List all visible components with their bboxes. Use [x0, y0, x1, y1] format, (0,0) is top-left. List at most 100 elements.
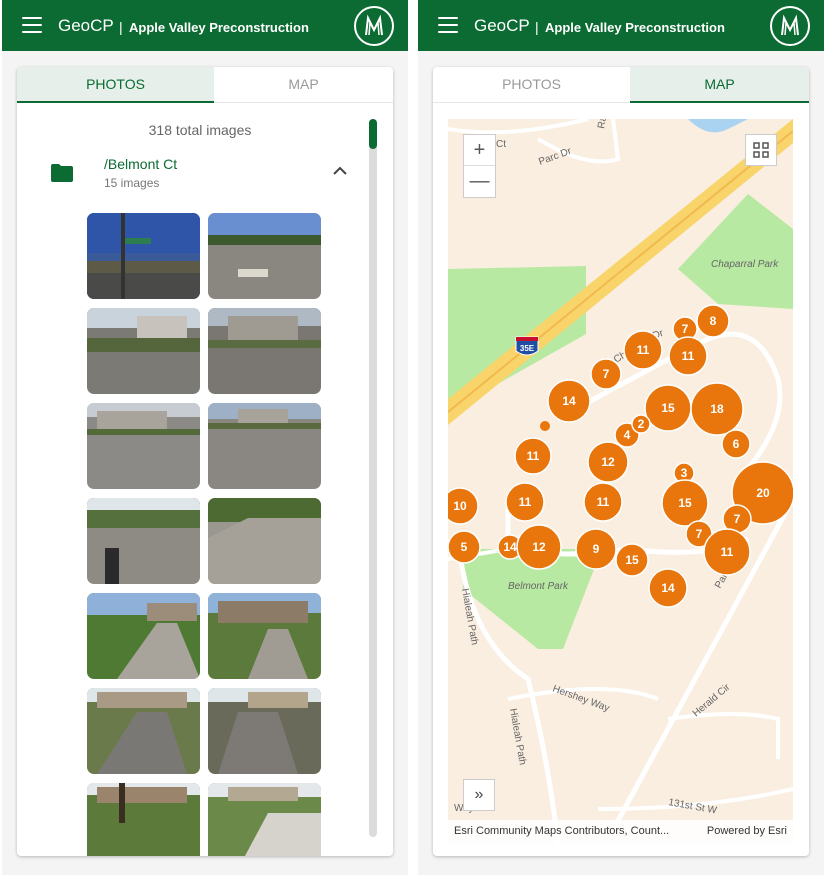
cluster-count: 7	[603, 367, 610, 381]
menu-icon[interactable]	[22, 17, 42, 33]
folder-image-count: 15 images	[104, 176, 160, 190]
tab-map[interactable]: MAP	[214, 67, 393, 103]
logo-icon	[354, 6, 394, 46]
cluster-count: 7	[696, 527, 703, 541]
zoom-out-button[interactable]: —	[464, 166, 495, 197]
photo-thumbnail[interactable]	[208, 498, 321, 584]
photo-thumbnail[interactable]	[87, 783, 200, 856]
cluster-count: 11	[527, 449, 540, 463]
photo-cluster-marker[interactable]: 6	[721, 429, 751, 459]
photo-cluster-marker[interactable]: 15	[644, 384, 692, 432]
fullscreen-icon	[753, 142, 769, 158]
menu-icon[interactable]	[438, 17, 458, 33]
cluster-count: 11	[721, 545, 734, 559]
photo-cluster-marker[interactable]: 11	[583, 482, 623, 522]
photo-cluster-marker[interactable]: 12	[587, 441, 629, 483]
map-view[interactable]: CtParc DrRainChaparral ParkBelmont ParkH…	[448, 119, 793, 843]
street-label: Belmont Park	[508, 581, 569, 592]
photo-cluster-marker[interactable]: 11	[668, 336, 708, 376]
photos-card: PHOTOS MAP 318 total images /Belmont Ct …	[17, 67, 393, 856]
tab-bar: PHOTOS MAP	[17, 67, 393, 103]
cluster-count: 4	[624, 428, 631, 442]
app-name: GeoCP	[58, 16, 114, 35]
chevron-up-icon[interactable]	[333, 166, 347, 176]
photo-thumbnail[interactable]	[208, 593, 321, 679]
photo-cluster-marker[interactable]: 2	[631, 414, 651, 434]
photo-cluster-marker[interactable]: 15	[661, 479, 709, 527]
folder-name[interactable]: /Belmont Ct	[104, 156, 177, 172]
map-pane: GeoCP | Apple Valley Preconstruction PHO…	[418, 0, 824, 875]
folder-icon[interactable]	[51, 164, 73, 182]
photo-point-marker[interactable]	[540, 421, 550, 431]
photo-cluster-marker[interactable]: 11	[703, 528, 751, 576]
cluster-count: 6	[733, 437, 740, 451]
photo-cluster-marker[interactable]: 11	[623, 330, 663, 370]
photo-cluster-marker[interactable]: 8	[696, 304, 730, 338]
photo-thumbnail[interactable]	[87, 593, 200, 679]
app-name: GeoCP	[474, 16, 530, 35]
scrollbar-thumb[interactable]	[369, 119, 377, 149]
cluster-count: 8	[710, 314, 717, 328]
photo-thumbnail[interactable]	[208, 213, 321, 299]
street-label: Ct	[496, 139, 506, 150]
app-separator: |	[535, 19, 539, 35]
cluster-count: 14	[661, 581, 675, 595]
zoom-in-button[interactable]: +	[464, 135, 495, 166]
photo-thumbnail[interactable]	[87, 688, 200, 774]
app-bar: GeoCP | Apple Valley Preconstruction	[418, 0, 824, 51]
cluster-count: 18	[710, 402, 724, 416]
photo-cluster-marker[interactable]: 14	[547, 379, 591, 423]
project-name: Apple Valley Preconstruction	[545, 20, 725, 35]
photo-cluster-marker[interactable]: 5	[448, 530, 481, 564]
photo-cluster-marker[interactable]: 11	[514, 437, 552, 475]
total-images-label: 318 total images	[148, 122, 252, 138]
photo-cluster-marker[interactable]: 7	[590, 358, 622, 390]
photo-cluster-marker[interactable]: 9	[575, 528, 617, 570]
photo-cluster-marker[interactable]: 15	[615, 543, 649, 577]
scrollbar[interactable]	[369, 119, 377, 837]
tab-bar: PHOTOS MAP	[433, 67, 809, 103]
photo-cluster-marker[interactable]: 10	[448, 487, 479, 525]
tab-photos[interactable]: PHOTOS	[17, 67, 214, 103]
cluster-count: 14	[562, 394, 576, 408]
project-name: Apple Valley Preconstruction	[129, 20, 309, 35]
map-attribution: Esri Community Maps Contributors, Count.…	[448, 820, 793, 843]
tab-map[interactable]: MAP	[630, 67, 809, 103]
photo-thumbnail[interactable]	[208, 403, 321, 489]
photo-thumbnail[interactable]	[87, 308, 200, 394]
cluster-count: 7	[734, 512, 741, 526]
cluster-count: 14	[503, 540, 517, 554]
cluster-count: 12	[532, 540, 546, 554]
photo-thumbnail[interactable]	[208, 308, 321, 394]
attribution-text: Esri Community Maps Contributors, Count.…	[454, 825, 670, 837]
map-canvas[interactable]: CtParc DrRainChaparral ParkBelmont ParkH…	[448, 119, 793, 843]
app-separator: |	[119, 19, 123, 35]
photo-cluster-marker[interactable]: 12	[516, 524, 562, 570]
photo-thumbnail[interactable]	[87, 213, 200, 299]
svg-text:35E: 35E	[520, 344, 535, 353]
cluster-count: 11	[519, 495, 532, 509]
photo-thumbnail[interactable]	[208, 688, 321, 774]
photo-cluster-marker[interactable]: 18	[690, 382, 744, 436]
cluster-count: 10	[453, 499, 467, 513]
zoom-control: + —	[463, 134, 496, 198]
photo-cluster-marker[interactable]: 14	[648, 568, 688, 608]
cluster-count: 12	[601, 455, 615, 469]
map-card: PHOTOS MAP Ct Parc Dr Chaparral Park Bel…	[433, 67, 809, 856]
cluster-count: 15	[625, 553, 639, 567]
cluster-count: 15	[678, 496, 692, 510]
photo-cluster-marker[interactable]: 11	[505, 482, 545, 522]
cluster-count: 11	[637, 343, 650, 357]
tab-photos[interactable]: PHOTOS	[433, 67, 630, 103]
expand-icon[interactable]: »	[463, 779, 495, 811]
street-label: Chaparral Park	[711, 259, 779, 270]
powered-by-text: Powered by Esri	[706, 825, 787, 837]
fullscreen-button[interactable]	[745, 134, 777, 166]
cluster-count: 15	[661, 401, 675, 415]
photo-thumbnail[interactable]	[87, 498, 200, 584]
photo-thumbnail[interactable]	[87, 403, 200, 489]
logo-icon	[770, 6, 810, 46]
cluster-count: 5	[461, 540, 468, 554]
cluster-count: 11	[682, 349, 695, 363]
photo-thumbnail[interactable]	[208, 783, 321, 856]
